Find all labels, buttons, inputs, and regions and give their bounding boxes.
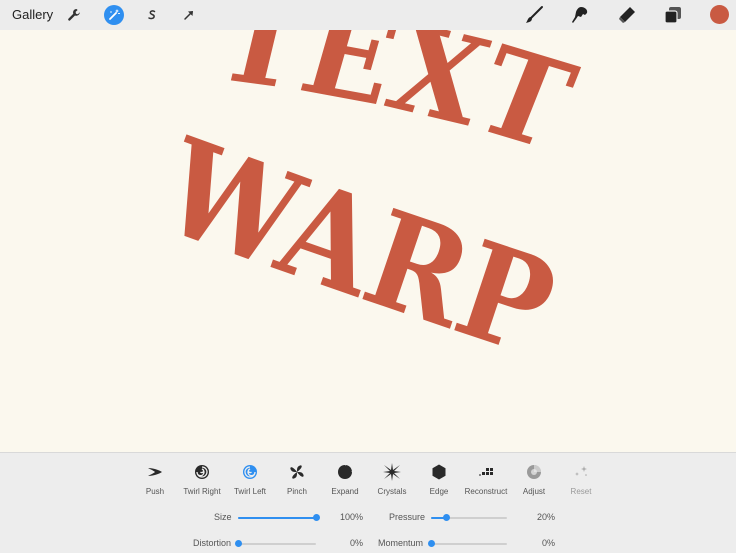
wrench-icon[interactable] bbox=[64, 5, 84, 25]
distortion-slider-knob[interactable] bbox=[235, 540, 242, 547]
tool-label: Reset bbox=[570, 487, 592, 496]
distortion-label: Distortion bbox=[193, 538, 232, 548]
brush-icon[interactable] bbox=[524, 5, 544, 25]
pressure-slider[interactable] bbox=[431, 514, 507, 521]
gallery-button[interactable]: Gallery bbox=[12, 7, 53, 22]
tool-reset[interactable]: Reset bbox=[551, 461, 611, 496]
warped-text-artwork: TEXT WARP bbox=[142, 30, 600, 387]
size-value: 100% bbox=[339, 512, 363, 522]
momentum-label: Momentum bbox=[378, 538, 424, 548]
distortion-slider[interactable] bbox=[235, 540, 316, 547]
size-slider-fill bbox=[238, 517, 316, 519]
distortion-value: 0% bbox=[349, 538, 363, 548]
smudge-icon[interactable] bbox=[570, 5, 590, 25]
top-toolbar: Gallery bbox=[0, 0, 736, 30]
size-slider-knob[interactable] bbox=[313, 514, 320, 521]
momentum-value: 0% bbox=[541, 538, 555, 548]
momentum-slider[interactable] bbox=[428, 540, 507, 547]
reset-icon bbox=[551, 461, 611, 483]
pressure-label: Pressure bbox=[389, 512, 426, 522]
pressure-value: 20% bbox=[536, 512, 555, 522]
layers-icon[interactable] bbox=[663, 5, 683, 25]
liquify-panel: Push Twirl Right Twirl Left Pinch Expand… bbox=[0, 452, 736, 553]
momentum-slider-knob[interactable] bbox=[428, 540, 435, 547]
color-picker-button[interactable] bbox=[710, 5, 729, 24]
drawing-canvas[interactable]: TEXT WARP bbox=[0, 30, 736, 452]
magic-wand-icon[interactable] bbox=[104, 5, 124, 25]
size-label: Size bbox=[214, 512, 232, 522]
size-slider[interactable] bbox=[238, 514, 320, 521]
selection-icon[interactable] bbox=[142, 5, 162, 25]
pressure-slider-knob[interactable] bbox=[443, 514, 451, 521]
eraser-icon[interactable] bbox=[617, 5, 637, 25]
transform-arrow-icon[interactable] bbox=[179, 5, 199, 25]
